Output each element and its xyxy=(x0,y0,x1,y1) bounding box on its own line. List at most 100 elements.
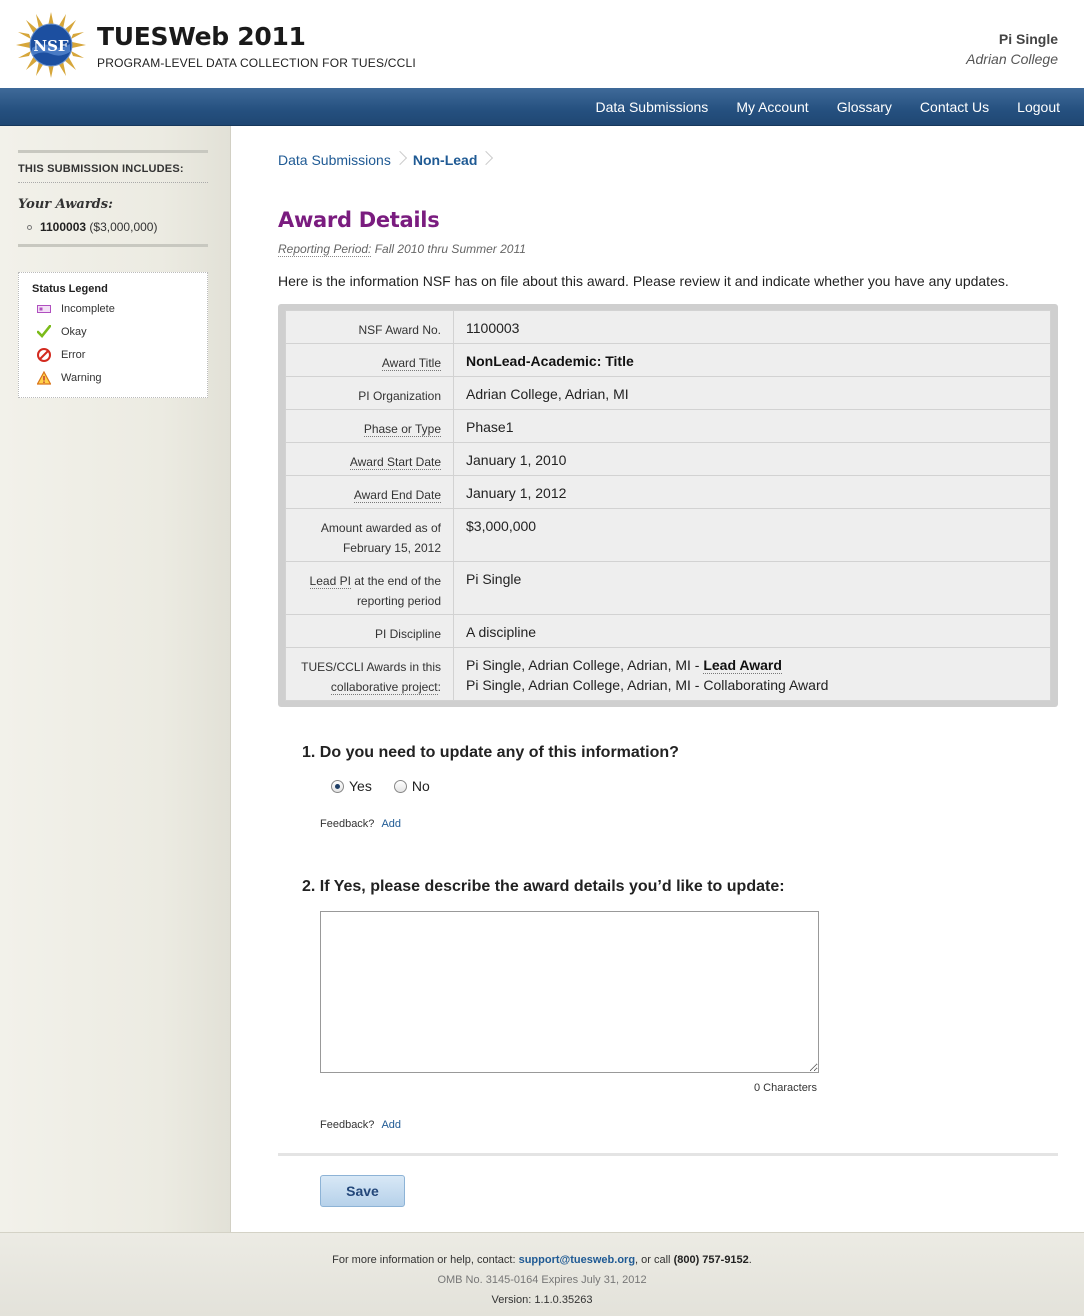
table-row: TUES/CCLI Awards in this collaborative pr… xyxy=(285,647,1051,701)
your-awards-title: Your Awards: xyxy=(18,197,113,212)
collab-label-colon: : xyxy=(437,680,441,694)
update-details-textarea[interactable] xyxy=(320,911,819,1073)
discipline-value: A discipline xyxy=(466,624,537,640)
legend-warning-label: Warning xyxy=(61,372,102,384)
main-content: Data Submissions Non-Lead Award Details … xyxy=(231,126,1084,1232)
footer-version: Version: 1.1.0.35263 xyxy=(491,1294,593,1306)
error-icon xyxy=(37,348,51,362)
radio-no[interactable] xyxy=(393,779,407,793)
table-row: Amount awarded as of February 15, 2012 $3… xyxy=(285,508,1051,562)
lead-pi-label: at the end of the xyxy=(350,574,441,588)
legend-error: Error xyxy=(37,347,85,363)
radio-yes[interactable] xyxy=(331,779,344,793)
legend-incomplete-label: Incomplete xyxy=(61,303,115,315)
breadcrumb-chevron-icon xyxy=(483,150,493,170)
user-organization: Adrian College xyxy=(966,51,1058,67)
nav-logout[interactable]: Logout xyxy=(1017,99,1060,115)
status-legend-title: Status Legend xyxy=(32,283,108,295)
feedback-2: Feedback? Add xyxy=(320,1119,401,1131)
nav-data-submissions[interactable]: Data Submissions xyxy=(595,99,708,115)
award-no-label: NSF Award No. xyxy=(358,323,441,337)
phase-label[interactable]: Phase or Type xyxy=(363,422,441,437)
start-date-label[interactable]: Award Start Date xyxy=(349,455,441,470)
reporting-period-label[interactable]: Reporting Period: xyxy=(278,242,372,257)
main-nav: Data Submissions My Account Glossary Con… xyxy=(0,88,1084,126)
award-details-table: NSF Award No. 1100003 Award Title NonLea… xyxy=(278,304,1058,707)
sidebar-divider xyxy=(18,244,208,247)
page-title: Award Details xyxy=(278,208,440,232)
question-2: 2. If Yes, please describe the award det… xyxy=(302,878,785,895)
nav-my-account[interactable]: My Account xyxy=(736,99,808,115)
sidebar-award-item[interactable]: 1100003 ($3,000,000) xyxy=(27,220,157,234)
reporting-period-value: Fall 2010 thru Summer 2011 xyxy=(371,242,526,256)
app-title: TUESWeb 2011 xyxy=(97,22,306,51)
collab-line-2: Pi Single, Adrian College, Adrian, MI - … xyxy=(466,677,829,693)
feedback-1: Feedback? Add xyxy=(320,818,401,830)
support-phone: (800) 757-9152 xyxy=(673,1254,749,1266)
legend-error-label: Error xyxy=(61,349,86,361)
footer-help-text: For more information or help, contact: xyxy=(332,1254,519,1266)
bullet-icon xyxy=(27,225,32,231)
header: NSF TUESWeb 2011 PROGRAM-LEVEL DATA COLL… xyxy=(0,0,1084,88)
question-1: 1. Do you need to update any of this inf… xyxy=(302,744,679,761)
end-date-label[interactable]: Award End Date xyxy=(353,488,441,503)
save-button[interactable]: Save xyxy=(320,1175,405,1207)
discipline-label: PI Discipline xyxy=(374,627,441,641)
table-row: Award Start Date January 1, 2010 xyxy=(285,442,1051,476)
incomplete-icon xyxy=(37,302,51,316)
app-subtitle: PROGRAM-LEVEL DATA COLLECTION FOR TUES/C… xyxy=(97,56,416,70)
radio-no-label[interactable]: No xyxy=(412,778,430,794)
feedback-add-link[interactable]: Add xyxy=(381,1119,401,1131)
feedback-add-link[interactable]: Add xyxy=(381,818,401,830)
start-date-value: January 1, 2010 xyxy=(466,452,567,468)
footer: For more information or help, contact: s… xyxy=(0,1232,1084,1316)
legend-incomplete: Incomplete xyxy=(37,301,115,317)
amount-label-date: February 15, 2012 xyxy=(342,541,441,555)
award-no-value: 1100003 xyxy=(466,320,520,336)
award-id: 1100003 xyxy=(40,220,87,234)
table-row: Phase or Type Phase1 xyxy=(285,409,1051,443)
breadcrumb-chevron-icon xyxy=(397,150,407,170)
reporting-period: Reporting Period: Fall 2010 thru Summer … xyxy=(278,242,526,257)
lead-pi-label-link[interactable]: Lead PI xyxy=(309,574,351,589)
feedback-label: Feedback? xyxy=(320,818,375,830)
form-divider xyxy=(278,1153,1058,1156)
pi-organization-label: PI Organization xyxy=(358,389,441,403)
lead-pi-value: Pi Single xyxy=(466,571,522,587)
award-title-label[interactable]: Award Title xyxy=(381,356,441,371)
pi-organization-value: Adrian College, Adrian, MI xyxy=(466,386,629,402)
nav-glossary[interactable]: Glossary xyxy=(837,99,892,115)
table-row: PI Discipline A discipline xyxy=(285,614,1051,648)
footer-help: For more information or help, contact: s… xyxy=(0,1254,1084,1266)
radio-yes-label[interactable]: Yes xyxy=(349,778,372,794)
footer-omb: OMB No. 3145-0164 Expires July 31, 2012 xyxy=(437,1274,647,1286)
warning-icon xyxy=(36,370,52,385)
table-row: Award Title NonLead-Academic: Title xyxy=(285,343,1051,377)
table-row: PI Organization Adrian College, Adrian, … xyxy=(285,376,1051,410)
footer-help-mid: , or call xyxy=(635,1254,674,1266)
award-amount: ($3,000,000) xyxy=(89,220,158,234)
check-icon xyxy=(36,324,52,339)
update-radio-group: Yes No xyxy=(331,778,430,794)
nsf-logo[interactable]: NSF xyxy=(16,12,86,78)
table-row: Lead PI at the end of the reporting perio… xyxy=(285,561,1051,615)
lead-pi-label-2: reporting period xyxy=(356,594,441,608)
sidebar: THIS SUBMISSION INCLUDES: Your Awards: 1… xyxy=(0,126,231,1232)
collab-line-1: Pi Single, Adrian College, Adrian, MI - xyxy=(466,657,704,673)
amount-label: Amount awarded as of xyxy=(320,521,441,535)
table-row: Award End Date January 1, 2012 xyxy=(285,475,1051,509)
intro-text: Here is the information NSF has on file … xyxy=(278,273,1009,289)
collab-label: TUES/CCLI Awards in this xyxy=(301,660,441,674)
character-count: 0 Characters xyxy=(754,1082,817,1094)
breadcrumb-non-lead[interactable]: Non-Lead xyxy=(413,152,478,168)
sidebar-divider xyxy=(18,150,208,153)
svg-text:NSF: NSF xyxy=(33,37,69,55)
amount-value: $3,000,000 xyxy=(466,518,537,534)
lead-award-tag[interactable]: Lead Award xyxy=(703,657,782,674)
breadcrumb-data-submissions[interactable]: Data Submissions xyxy=(278,152,391,168)
feedback-label: Feedback? xyxy=(320,1119,375,1131)
collab-label-link[interactable]: collaborative project xyxy=(330,680,438,695)
user-name: Pi Single xyxy=(998,31,1058,47)
support-email-link[interactable]: support@tuesweb.org xyxy=(519,1254,635,1266)
nav-contact-us[interactable]: Contact Us xyxy=(920,99,989,115)
